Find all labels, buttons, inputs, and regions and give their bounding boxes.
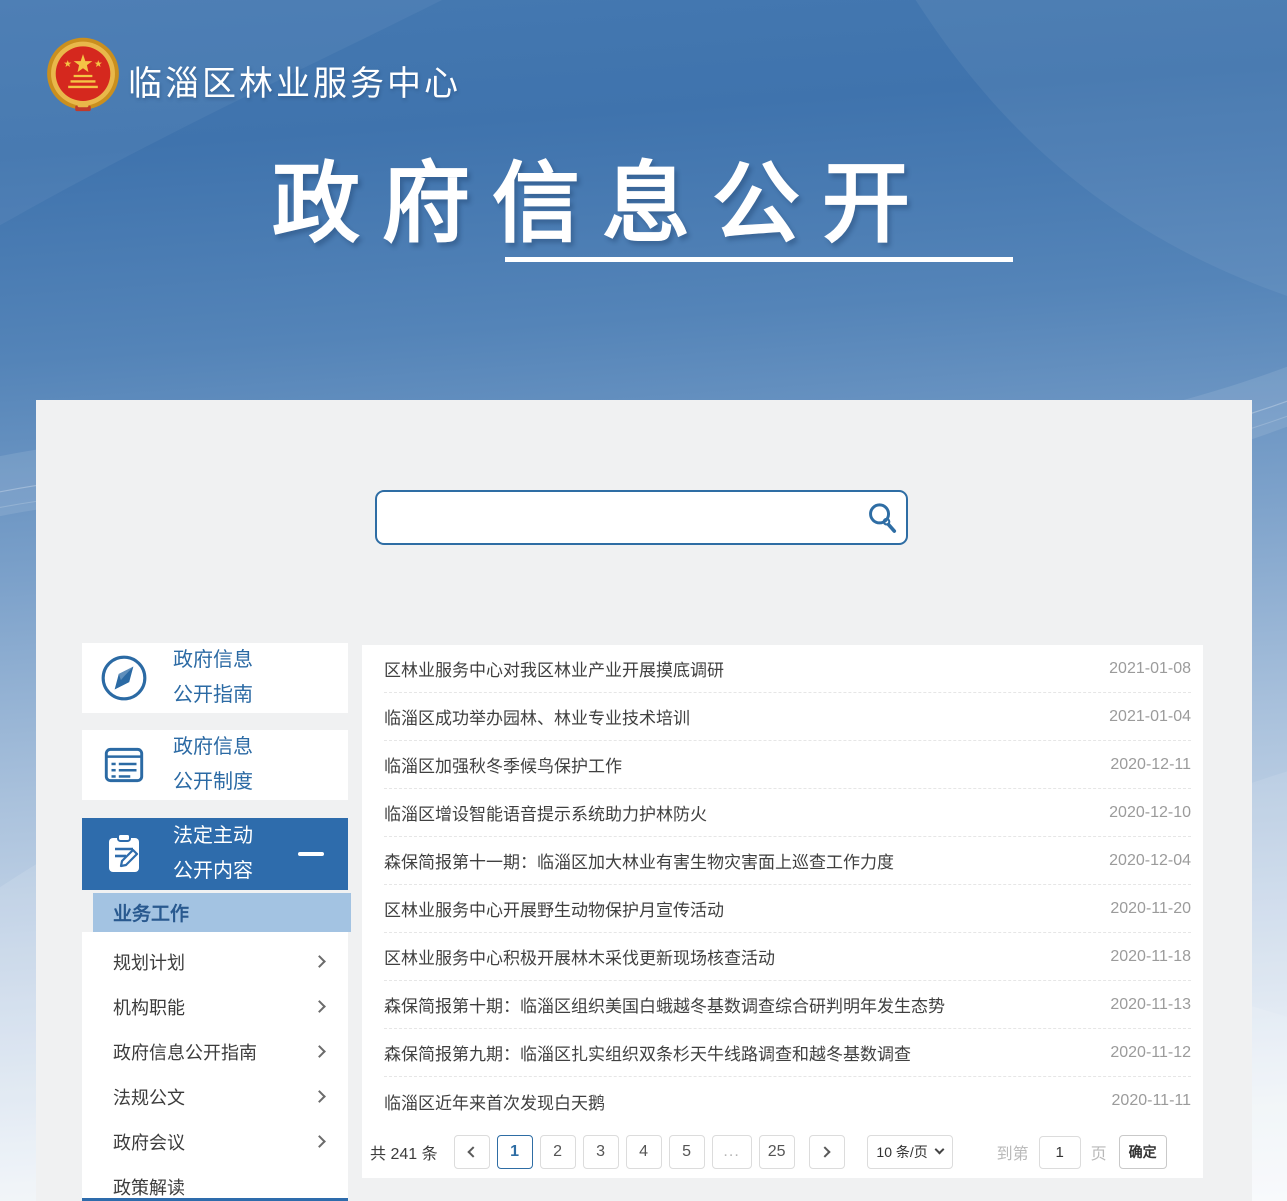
news-date: 2020-11-11 <box>1112 1092 1191 1110</box>
page-button-3[interactable]: 3 <box>583 1135 619 1169</box>
sidebar-item-statutory-disclosure[interactable]: 法定主动 公开内容 <box>82 818 348 890</box>
news-row: 临淄区成功举办园林、林业专业技术培训 2021-01-04 <box>384 693 1191 741</box>
page-button-1[interactable]: 1 <box>497 1135 533 1169</box>
search-box <box>375 490 908 545</box>
active-subitem-label: 业务工作 <box>113 899 189 926</box>
news-list-card: 区林业服务中心对我区林业产业开展摸底调研 2021-01-08 临淄区成功举办园… <box>362 645 1203 1178</box>
compass-icon <box>99 653 149 703</box>
chevron-right-icon <box>313 1090 326 1103</box>
news-date: 2020-11-13 <box>1110 996 1191 1014</box>
site-name: 临淄区林业服务中心 <box>128 56 461 105</box>
news-date: 2020-12-10 <box>1109 804 1191 822</box>
chevron-down-icon <box>934 1145 944 1155</box>
news-link[interactable]: 临淄区近年来首次发现白天鹅 <box>384 1089 605 1114</box>
news-date: 2020-11-20 <box>1110 900 1191 918</box>
chevron-right-icon <box>313 1135 326 1148</box>
sidebar-item-label: 政府信息 公开指南 <box>173 643 253 713</box>
chevron-right-icon <box>313 955 326 968</box>
sidebar-subitem-planning[interactable]: 规划计划 <box>82 939 348 984</box>
sidebar-item-label: 法定主动 公开内容 <box>173 819 253 889</box>
page-button-5[interactable]: 5 <box>669 1135 705 1169</box>
sidebar-subitem-regulations[interactable]: 法规公文 <box>82 1074 348 1119</box>
title-underline <box>505 257 1013 262</box>
page-title: 政府信息公开 <box>272 133 932 260</box>
sidebar-subitem-meetings[interactable]: 政府会议 <box>82 1119 348 1164</box>
goto-page-input[interactable] <box>1039 1136 1081 1169</box>
sidebar-submenu: 规划计划 机构职能 政府信息公开指南 法规公文 政府会议 政策解读 <box>82 932 348 1201</box>
search-button[interactable] <box>858 495 906 541</box>
news-link[interactable]: 森保简报第十一期：临淄区加大林业有害生物灾害面上巡查工作力度 <box>384 848 894 873</box>
news-row: 森保简报第十期：临淄区组织美国白蛾越冬基数调查综合研判明年发生态势 2020-1… <box>384 981 1191 1029</box>
search-icon <box>864 500 900 536</box>
search-input[interactable] <box>377 492 858 543</box>
news-row: 森保简报第十一期：临淄区加大林业有害生物灾害面上巡查工作力度 2020-12-0… <box>384 837 1191 885</box>
clipboard-pencil-icon <box>99 829 149 879</box>
news-row: 区林业服务中心开展野生动物保护月宣传活动 2020-11-20 <box>384 885 1191 933</box>
page-button-2[interactable]: 2 <box>540 1135 576 1169</box>
government-info-page: 临淄区林业服务中心 政府信息公开 <box>0 0 1287 1201</box>
news-link[interactable]: 区林业服务中心对我区林业产业开展摸底调研 <box>384 656 724 681</box>
news-link[interactable]: 临淄区增设智能语音提示系统助力护林防火 <box>384 800 707 825</box>
chevron-right-icon <box>313 1000 326 1013</box>
pagination-bar: 共 241 条 1 2 3 4 5 ... 25 10 条/页 到第 页 <box>370 1135 1167 1169</box>
news-date: 2020-11-18 <box>1110 948 1191 966</box>
goto-page-group: 到第 页 确定 <box>997 1135 1167 1169</box>
news-row: 临淄区增设智能语音提示系统助力护林防火 2020-12-10 <box>384 789 1191 837</box>
news-link[interactable]: 区林业服务中心开展野生动物保护月宣传活动 <box>384 896 724 921</box>
sidebar-subitem-functions[interactable]: 机构职能 <box>82 984 348 1029</box>
sidebar-subitem-business-work-active[interactable]: 业务工作 <box>93 893 351 932</box>
news-row: 区林业服务中心对我区林业产业开展摸底调研 2021-01-08 <box>384 645 1191 693</box>
page-button-25[interactable]: 25 <box>759 1135 795 1169</box>
news-date: 2020-12-11 <box>1110 756 1191 774</box>
chevron-right-icon <box>313 1045 326 1058</box>
news-row: 区林业服务中心积极开展林木采伐更新现场核查活动 2020-11-18 <box>384 933 1191 981</box>
news-date: 2021-01-04 <box>1109 708 1191 726</box>
page-size-select[interactable]: 10 条/页 <box>867 1135 953 1169</box>
goto-suffix-label: 页 <box>1091 1140 1107 1164</box>
news-link[interactable]: 临淄区加强秋冬季候鸟保护工作 <box>384 752 622 777</box>
sidebar-item-public-info-system[interactable]: 政府信息 公开制度 <box>82 730 348 800</box>
goto-prefix-label: 到第 <box>997 1140 1029 1164</box>
total-count-label: 共 241 条 <box>370 1140 438 1164</box>
news-row: 临淄区加强秋冬季候鸟保护工作 2020-12-11 <box>384 741 1191 789</box>
news-row: 森保简报第九期：临淄区扎实组织双条杉天牛线路调查和越冬基数调查 2020-11-… <box>384 1029 1191 1077</box>
news-link[interactable]: 区林业服务中心积极开展林木采伐更新现场核查活动 <box>384 944 775 969</box>
news-link[interactable]: 森保简报第十期：临淄区组织美国白蛾越冬基数调查综合研判明年发生态势 <box>384 992 945 1017</box>
news-row: 临淄区近年来首次发现白天鹅 2020-11-11 <box>384 1077 1191 1125</box>
chevron-right-icon <box>819 1146 830 1157</box>
document-lines-icon <box>99 740 149 790</box>
news-date: 2020-11-12 <box>1110 1044 1191 1062</box>
news-link[interactable]: 森保简报第九期：临淄区扎实组织双条杉天牛线路调查和越冬基数调查 <box>384 1040 911 1065</box>
national-emblem-icon <box>44 37 122 115</box>
chevron-left-icon <box>467 1146 478 1157</box>
prev-page-button[interactable] <box>454 1135 490 1169</box>
confirm-button[interactable]: 确定 <box>1119 1135 1167 1169</box>
content-panel: 政府信息 公开指南 政府信息 公开制度 <box>36 400 1252 1201</box>
sidebar-subitem-policy-interpretation[interactable]: 政策解读 <box>82 1164 348 1201</box>
sidebar-item-label: 政府信息 公开制度 <box>173 730 253 800</box>
next-page-button[interactable] <box>809 1135 845 1169</box>
page-button-4[interactable]: 4 <box>626 1135 662 1169</box>
minus-icon[interactable] <box>298 852 324 856</box>
news-date: 2020-12-04 <box>1109 852 1191 870</box>
news-date: 2021-01-08 <box>1109 660 1191 678</box>
news-link[interactable]: 临淄区成功举办园林、林业专业技术培训 <box>384 704 690 729</box>
more-pages-button[interactable]: ... <box>712 1135 752 1169</box>
sidebar-item-public-info-guide[interactable]: 政府信息 公开指南 <box>82 643 348 713</box>
sidebar-subitem-info-guide[interactable]: 政府信息公开指南 <box>82 1029 348 1074</box>
